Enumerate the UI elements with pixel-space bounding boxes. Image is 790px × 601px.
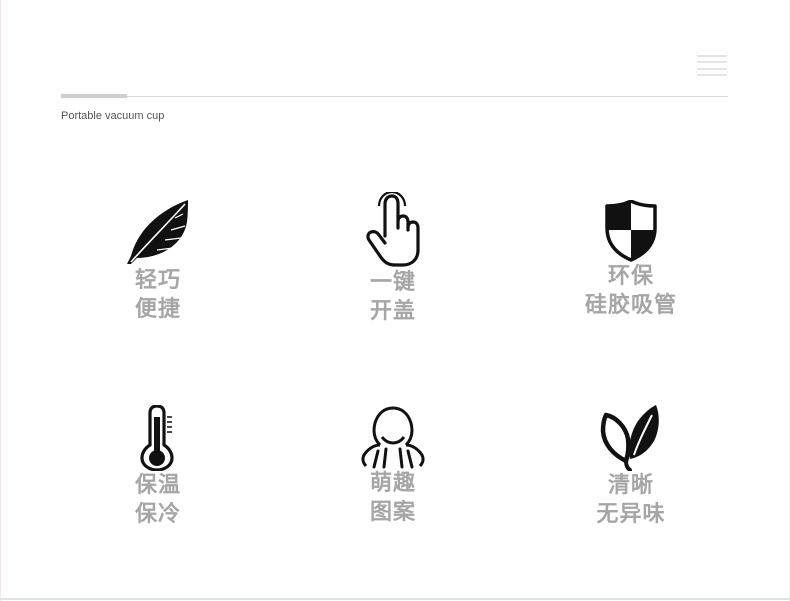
- header-accent-bar: [61, 94, 127, 98]
- feature-title: 萌趣: [369, 471, 416, 496]
- page-edge-left: [0, 0, 1, 601]
- feature-title: 环保: [607, 264, 654, 289]
- feature-title: 一键: [369, 270, 416, 295]
- feature-odorless: 清晰 无异味: [531, 403, 731, 529]
- cute-face-icon: [361, 406, 425, 469]
- feature-one-click-open: 一键 开盖: [293, 192, 493, 326]
- bottom-rule: [0, 598, 790, 600]
- feature-title: 清晰: [607, 473, 654, 498]
- feature-title: 保温: [134, 473, 181, 498]
- feature-cute-pattern: 萌趣 图案: [293, 405, 493, 527]
- feature-subtitle: 图案: [369, 500, 416, 525]
- feather-icon: [127, 200, 188, 264]
- feature-insulation: 保温 保冷: [58, 405, 258, 529]
- leaf-icon: [600, 405, 659, 471]
- feature-subtitle: 硅胶吸管: [584, 293, 677, 318]
- feature-lightweight: 轻巧 便捷: [58, 196, 258, 324]
- hand-pointer-icon: [366, 192, 420, 267]
- feature-subtitle: 开盖: [369, 299, 416, 324]
- feature-subtitle: 便捷: [134, 297, 181, 322]
- feature-subtitle: 保冷: [134, 502, 181, 527]
- feature-subtitle: 无异味: [596, 502, 666, 527]
- thermometer-icon: [140, 405, 174, 471]
- feature-eco-straw: 环保 硅胶吸管: [531, 200, 731, 320]
- header-divider: [61, 96, 728, 97]
- feature-title: 轻巧: [134, 268, 181, 293]
- menu-icon[interactable]: [697, 55, 727, 77]
- shield-icon: [605, 200, 657, 262]
- subtitle: Portable vacuum cup: [61, 110, 165, 122]
